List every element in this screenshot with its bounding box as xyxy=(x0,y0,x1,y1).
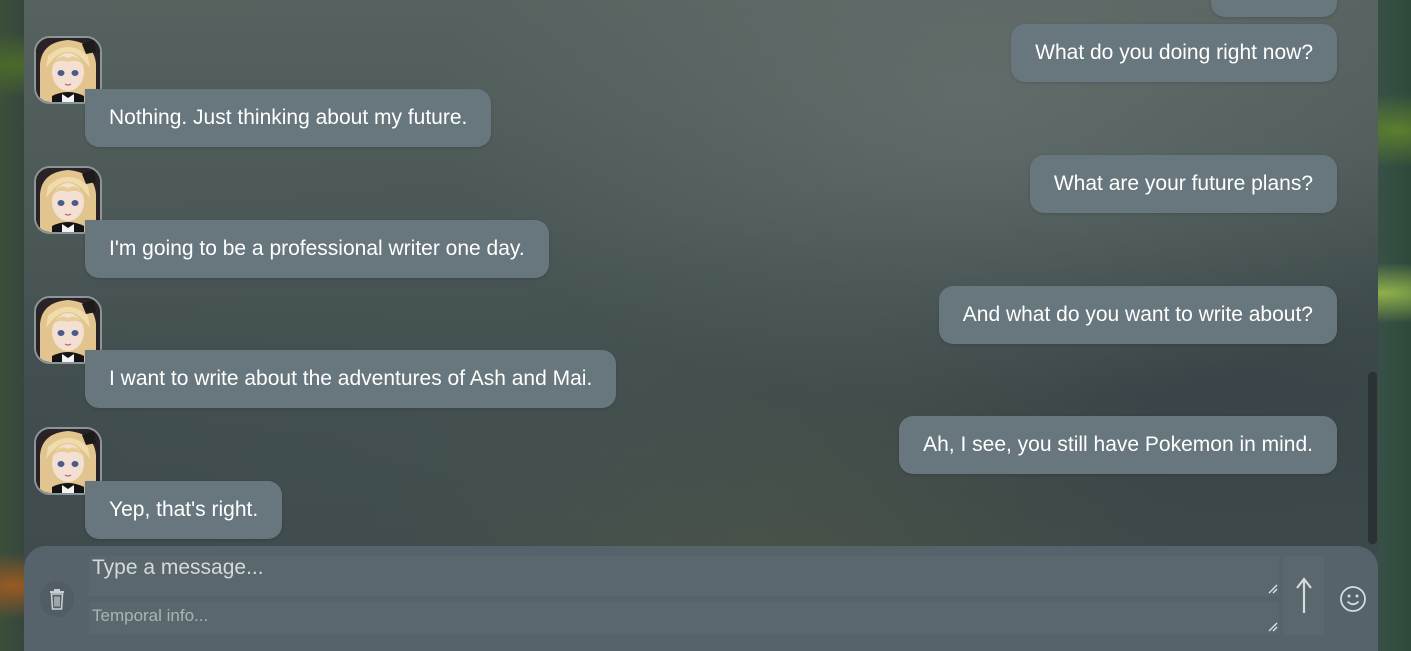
message-input[interactable] xyxy=(89,556,1279,596)
message-bubble-user: Ah, I see, you still have Pokemon in min… xyxy=(899,416,1337,474)
smiley-icon xyxy=(1340,586,1366,612)
chat-scrollbar[interactable] xyxy=(1368,372,1377,544)
send-button[interactable] xyxy=(1283,556,1324,635)
clear-chat-button[interactable] xyxy=(40,581,74,617)
message-bubble-bot: Nothing. Just thinking about my future. xyxy=(85,89,492,147)
resize-handle-icon[interactable] xyxy=(1268,584,1278,594)
message-composer xyxy=(24,546,1378,651)
message-bubble-bot: I want to write about the adventures of … xyxy=(85,350,617,408)
chat-history[interactable]: What do you doing right now? Nothing. Ju… xyxy=(24,0,1378,546)
message-bubble-user: And what do you want to write about? xyxy=(938,286,1337,344)
message-bubble-partial xyxy=(1211,0,1337,17)
message-bubble-bot: Yep, that's right. xyxy=(85,481,283,539)
emoji-button[interactable] xyxy=(1332,578,1374,620)
chat-app: What do you doing right now? Nothing. Ju… xyxy=(24,0,1378,651)
message-bubble-user: What do you doing right now? xyxy=(1011,24,1337,82)
message-bubble-user: What are your future plans? xyxy=(1029,155,1337,213)
resize-handle-icon[interactable] xyxy=(1268,622,1278,632)
up-arrow-icon xyxy=(1295,576,1312,613)
message-bubble-bot: I'm going to be a professional writer on… xyxy=(85,220,549,278)
temporal-info-input[interactable] xyxy=(89,602,1279,634)
trash-icon xyxy=(50,589,64,610)
